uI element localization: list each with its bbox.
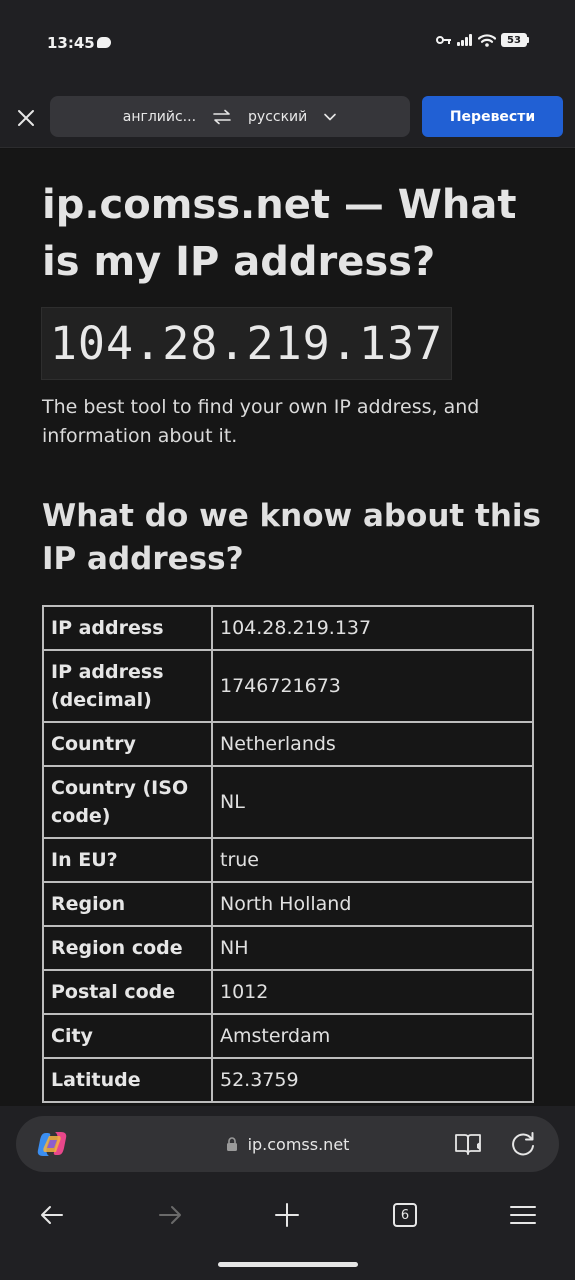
table-row: In EU? true [42, 837, 534, 883]
tabs-button[interactable]: 6 [393, 1203, 417, 1227]
hamburger-menu-icon[interactable] [508, 1200, 538, 1230]
chevron-down-icon[interactable] [323, 112, 337, 122]
row-label: Postal code [42, 969, 213, 1015]
close-icon[interactable] [12, 104, 40, 132]
browser-toolbar: ip.comss.net 6 [0, 1106, 575, 1280]
web-content: ip.comss.net — What is my IP address? 10… [0, 149, 575, 1106]
battery-icon: 53 [501, 33, 529, 47]
table-row: IP address 104.28.219.137 [42, 605, 534, 651]
ip-display-box: 104.28.219.137 [41, 307, 452, 380]
lock-icon [226, 1137, 237, 1151]
table-row: Latitude 52.3759 [42, 1057, 534, 1103]
table-row: Postal code 1012 [42, 969, 534, 1015]
status-bar: 13:45 53 [0, 0, 575, 88]
reload-icon[interactable] [509, 1130, 537, 1158]
home-indicator[interactable] [218, 1262, 358, 1267]
plus-icon[interactable] [272, 1200, 302, 1230]
translate-bar: английс... русский Перевести [0, 88, 575, 148]
target-language[interactable]: русский [248, 109, 307, 125]
row-value: Amsterdam [211, 1013, 534, 1059]
row-value: 1746721673 [211, 649, 534, 723]
wifi-icon [478, 33, 496, 47]
page-title: ip.comss.net — What is my IP address? [42, 182, 517, 285]
forward-arrow-icon[interactable] [155, 1200, 185, 1230]
row-value: NL [211, 765, 534, 839]
row-label: IP address (decimal) [42, 649, 213, 723]
signal-icon [457, 34, 473, 46]
status-time: 13:45 [47, 34, 95, 52]
row-value: Netherlands [211, 721, 534, 767]
row-label: Region code [42, 925, 213, 971]
row-value: NH [211, 925, 534, 971]
row-label: Region [42, 881, 213, 927]
table-row: IP address (decimal) 1746721673 [42, 649, 534, 723]
row-value: North Holland [211, 881, 534, 927]
translate-button[interactable]: Перевести [422, 96, 563, 137]
row-label: Country (ISO code) [42, 765, 213, 839]
chat-bubble-icon [97, 37, 111, 48]
ip-address-value: 104.28.219.137 [49, 317, 444, 370]
row-label: Latitude [42, 1057, 213, 1103]
language-selector[interactable]: английс... русский [50, 96, 410, 137]
tab-count[interactable]: 6 [401, 1208, 409, 1223]
battery-level: 53 [501, 33, 527, 47]
navigation-bar: 6 [0, 1190, 575, 1240]
key-icon [436, 36, 451, 44]
row-value: 104.28.219.137 [211, 605, 534, 651]
intro-text: The best tool to find your own IP addres… [42, 396, 480, 447]
table-row: Region code NH [42, 925, 534, 971]
row-value: 52.3759 [211, 1057, 534, 1103]
row-value: 1012 [211, 969, 534, 1015]
source-language[interactable]: английс... [123, 109, 196, 125]
address-bar[interactable]: ip.comss.net [16, 1116, 559, 1172]
row-label: IP address [42, 605, 213, 651]
url-text[interactable]: ip.comss.net [248, 1135, 350, 1154]
table-row: Country (ISO code) NL [42, 765, 534, 839]
table-row: Region North Holland [42, 881, 534, 927]
status-icons: 53 [436, 33, 529, 47]
table-row: City Amsterdam [42, 1013, 534, 1059]
ip-info-table: IP address 104.28.219.137 IP address (deci… [42, 605, 534, 1103]
row-value: true [211, 837, 534, 883]
section-title: What do we know about this IP address? [42, 498, 541, 577]
row-label: In EU? [42, 837, 213, 883]
row-label: City [42, 1013, 213, 1059]
swap-arrows-icon[interactable] [212, 109, 232, 125]
back-arrow-icon[interactable] [37, 1200, 67, 1230]
row-label: Country [42, 721, 213, 767]
read-aloud-icon[interactable] [453, 1130, 485, 1158]
table-row: Country Netherlands [42, 721, 534, 767]
